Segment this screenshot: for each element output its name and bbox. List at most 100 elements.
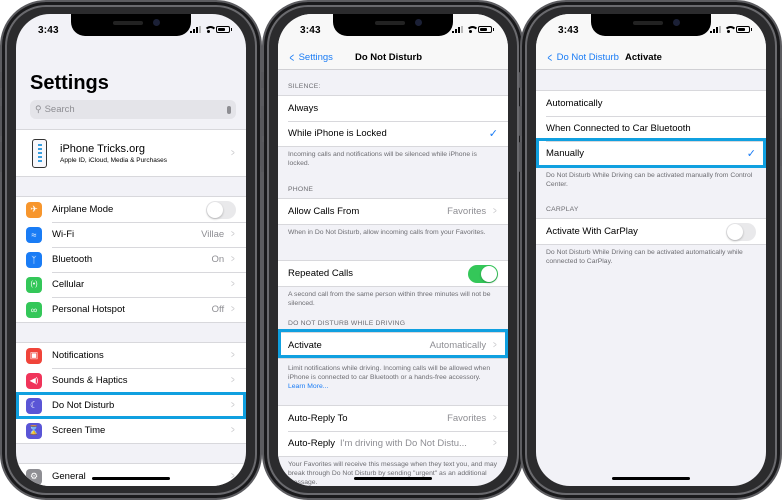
chevron-right-icon: > xyxy=(493,206,497,217)
status-time: 3:43 xyxy=(558,25,579,36)
driving-group: Activate Automatically > xyxy=(278,332,508,359)
carplay-toggle[interactable] xyxy=(726,222,756,241)
home-indicator[interactable] xyxy=(354,477,432,480)
status-time: 3:43 xyxy=(300,25,321,36)
settings-row-do-not-disturb[interactable]: ☾ Do Not Disturb > xyxy=(16,393,246,418)
chevron-right-icon: > xyxy=(231,471,235,482)
battery-icon xyxy=(478,26,494,33)
volume-down-button xyxy=(0,142,2,172)
settings-row-airplane-mode[interactable]: ✈ Airplane Mode xyxy=(16,197,246,222)
search-field[interactable]: ⚲ Search xyxy=(30,100,236,119)
back-button[interactable]: < Settings xyxy=(288,51,333,64)
phone-group: Allow Calls From Favorites > xyxy=(278,198,508,225)
navigation-bar: < Settings Do Not Disturb xyxy=(278,46,508,70)
nav-title: Activate xyxy=(625,52,662,63)
silent-switch xyxy=(0,72,2,88)
allow-calls-footer: When in Do Not Disturb, allow incoming c… xyxy=(288,229,486,236)
search-placeholder: Search xyxy=(44,104,75,115)
airplane-icon: ✈ xyxy=(26,201,42,218)
profile-name: iPhone Tricks.org xyxy=(60,142,145,155)
option-while-locked[interactable]: While iPhone is Locked ✓ xyxy=(278,121,508,146)
carplay-row: Activate With CarPlay xyxy=(536,219,766,244)
option-car-bluetooth[interactable]: When Connected to Car Bluetooth xyxy=(536,116,766,141)
general-group: ⚙ General > xyxy=(16,463,246,486)
chevron-right-icon: > xyxy=(231,375,235,386)
notifications-group: ▣ Notifications > ◀) Sounds & Haptics > … xyxy=(16,342,246,444)
chevron-right-icon: > xyxy=(493,413,497,424)
wifi-status-icon xyxy=(466,26,479,33)
signal-icon xyxy=(710,26,721,33)
auto-reply-row[interactable]: Auto-Reply I'm driving with Do Not Distu… xyxy=(278,431,508,456)
settings-row-bluetooth[interactable]: ᛉ Bluetooth On > xyxy=(16,247,246,272)
volume-down-button xyxy=(519,142,522,172)
settings-row-wifi[interactable]: ≈ Wi-Fi Villae > xyxy=(16,222,246,247)
signal-icon xyxy=(190,26,201,33)
silent-switch xyxy=(261,72,264,88)
chevron-right-icon: > xyxy=(231,400,235,411)
volume-down-button xyxy=(261,142,264,172)
hotspot-icon: ∞ xyxy=(26,301,42,318)
chevron-right-icon: > xyxy=(231,350,235,361)
section-header-carplay: CARPLAY xyxy=(546,206,579,213)
screen: 3:43 < Do Not Disturb Activate Automatic… xyxy=(536,14,766,486)
moon-icon: ☾ xyxy=(26,397,42,414)
chevron-right-icon: > xyxy=(493,438,497,449)
profile-subtitle: Apple ID, iCloud, Media & Purchases xyxy=(60,156,167,164)
settings-row-screen-time[interactable]: ⌛ Screen Time > xyxy=(16,418,246,443)
silence-group: Always While iPhone is Locked ✓ xyxy=(278,95,508,147)
profile-row[interactable]: iPhone Tricks.org Apple ID, iCloud, Medi… xyxy=(16,129,246,177)
chevron-right-icon: > xyxy=(231,279,235,290)
notifications-icon: ▣ xyxy=(26,347,42,364)
manually-footer: Do Not Disturb While Driving can be acti… xyxy=(546,172,753,189)
notch xyxy=(591,14,711,36)
home-indicator[interactable] xyxy=(92,477,170,480)
chevron-right-icon: > xyxy=(231,304,235,315)
search-icon: ⚲ xyxy=(35,104,42,114)
bluetooth-icon: ᛉ xyxy=(26,251,42,268)
home-indicator[interactable] xyxy=(612,477,690,480)
chevron-left-icon: < xyxy=(289,50,295,65)
cellular-icon: (•) xyxy=(26,276,42,293)
nav-title: Do Not Disturb xyxy=(355,52,423,63)
battery-icon xyxy=(736,26,752,33)
repeated-calls-row: Repeated Calls xyxy=(278,261,508,286)
repeated-calls-footer: A second call from the same person withi… xyxy=(288,291,491,308)
repeated-calls-toggle[interactable] xyxy=(468,264,498,283)
chevron-right-icon: > xyxy=(231,147,235,159)
settings-row-personal-hotspot[interactable]: ∞ Personal Hotspot Off > xyxy=(16,297,246,322)
back-button[interactable]: < Do Not Disturb xyxy=(546,51,619,64)
activate-row[interactable]: Activate Automatically > xyxy=(278,333,508,358)
phone-do-not-disturb: 3:43 < Settings Do Not Disturb SILENCE: … xyxy=(261,0,525,500)
auto-reply-footer: Your Favorites will receive this message… xyxy=(288,461,498,486)
auto-reply-group: Auto-Reply To Favorites > Auto-Reply I'm… xyxy=(278,405,508,457)
settings-row-notifications[interactable]: ▣ Notifications > xyxy=(16,343,246,368)
notch xyxy=(333,14,453,36)
chevron-right-icon: > xyxy=(493,340,497,351)
carplay-footer: Do Not Disturb While Driving can be acti… xyxy=(546,249,743,266)
silence-footer: Incoming calls and notifications will be… xyxy=(288,151,477,168)
settings-row-general[interactable]: ⚙ General > xyxy=(16,464,246,486)
checkmark-icon: ✓ xyxy=(746,148,756,160)
option-automatically[interactable]: Automatically xyxy=(536,91,766,116)
carplay-group: Activate With CarPlay xyxy=(536,218,766,245)
settings-row-sounds-haptics[interactable]: ◀) Sounds & Haptics > xyxy=(16,368,246,393)
learn-more-link[interactable]: Learn More... xyxy=(288,383,328,390)
option-always[interactable]: Always xyxy=(278,96,508,121)
activate-options-group: Automatically When Connected to Car Blue… xyxy=(536,90,766,167)
repeated-calls-group: Repeated Calls xyxy=(278,260,508,287)
auto-reply-to-row[interactable]: Auto-Reply To Favorites > xyxy=(278,406,508,431)
volume-up-button xyxy=(519,106,522,136)
profile-avatar xyxy=(32,138,47,168)
option-manually[interactable]: Manually ✓ xyxy=(536,141,766,166)
status-time: 3:43 xyxy=(38,25,59,36)
settings-row-cellular[interactable]: (•) Cellular > xyxy=(16,272,246,297)
sounds-icon: ◀) xyxy=(26,372,42,389)
airplane-mode-toggle[interactable] xyxy=(206,200,236,219)
chevron-right-icon: > xyxy=(231,254,235,265)
chevron-right-icon: > xyxy=(231,425,235,436)
battery-icon xyxy=(216,26,232,33)
wifi-icon: ≈ xyxy=(26,226,42,243)
chevron-left-icon: < xyxy=(547,50,553,65)
allow-calls-from-row[interactable]: Allow Calls From Favorites > xyxy=(278,199,508,224)
signal-icon xyxy=(452,26,463,33)
